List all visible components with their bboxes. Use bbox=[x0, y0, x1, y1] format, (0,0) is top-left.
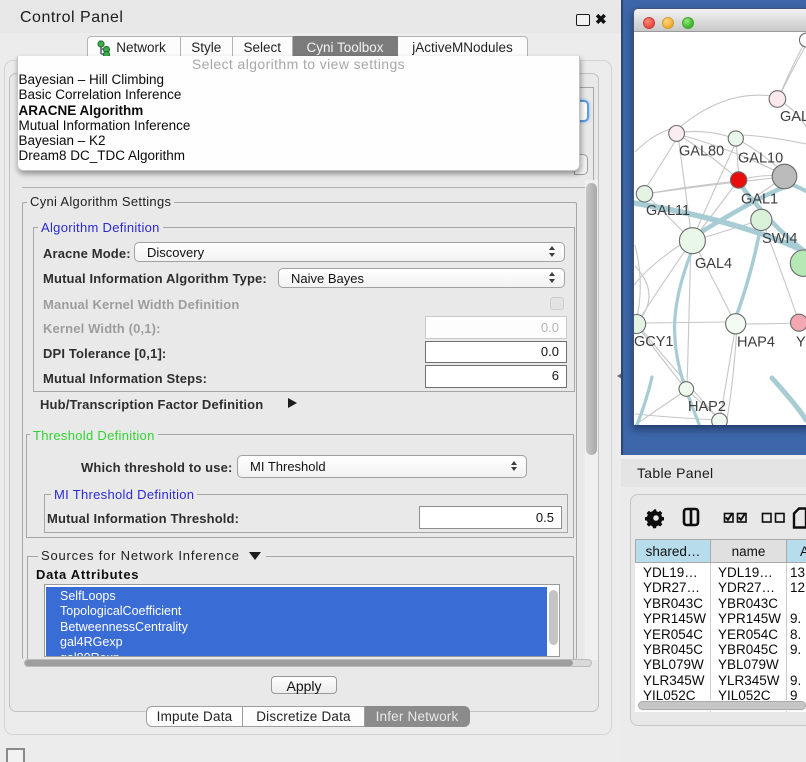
svg-text:Y: Y bbox=[796, 335, 806, 351]
svg-text:HAP2: HAP2 bbox=[688, 399, 726, 415]
svg-text:GAL11: GAL11 bbox=[646, 203, 690, 219]
svg-text:GAL4: GAL4 bbox=[695, 256, 732, 272]
svg-text:GAL10: GAL10 bbox=[738, 151, 783, 167]
svg-text:GCY1: GCY1 bbox=[634, 334, 674, 350]
svg-text:SWI4: SWI4 bbox=[762, 231, 797, 247]
svg-text:GAL7: GAL7 bbox=[780, 109, 806, 125]
svg-text:HAP4: HAP4 bbox=[737, 335, 775, 351]
svg-text:GAL80: GAL80 bbox=[679, 144, 724, 160]
svg-text:GAL1: GAL1 bbox=[741, 192, 778, 208]
